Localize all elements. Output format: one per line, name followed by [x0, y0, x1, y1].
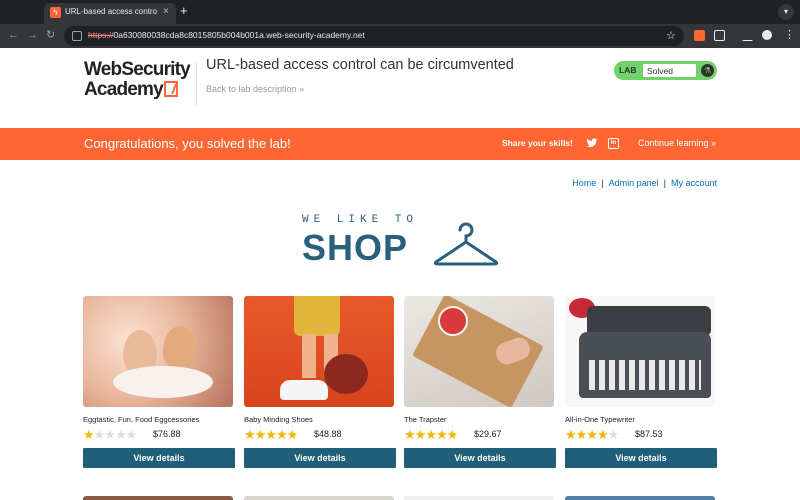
tab-favicon-icon: ϟ	[50, 7, 61, 18]
shoe-shape	[280, 380, 328, 400]
product-price: $87.53	[635, 429, 663, 439]
product-name: The Trapster	[404, 415, 447, 424]
product-image-typewriter[interactable]	[565, 296, 715, 407]
chevron-right-icon: »	[299, 84, 305, 94]
bookmark-star-icon[interactable]: ☆	[666, 29, 676, 42]
product-image-partial[interactable]	[244, 496, 394, 500]
logo-mark-icon	[163, 81, 178, 97]
continue-learning-label: Continue learning	[638, 138, 709, 148]
product-name: Baby Minding Shoes	[244, 415, 313, 424]
nav-admin-panel-link[interactable]: Admin panel	[609, 178, 659, 188]
web-page: WebSecurity Academy URL-based access con…	[0, 48, 800, 500]
product-image-partial[interactable]	[565, 496, 715, 500]
product-card: Eggtastic, Fun, Food Eggcessories ★★★★★ …	[83, 296, 235, 468]
view-details-button[interactable]: View details	[404, 448, 556, 468]
nav-separator: |	[663, 178, 666, 188]
browser-menu-icon[interactable]: ⋮	[784, 28, 795, 42]
product-card: All-in-One Typewriter ★★★★★ $87.53 View …	[565, 296, 717, 468]
flask-icon: ⚗	[701, 64, 714, 77]
browser-toolbar: ← → ↻ https://0a630080038cda8c8015805b00…	[0, 24, 800, 48]
extensions-puzzle-icon[interactable]	[714, 30, 725, 41]
chevron-right-icon: »	[711, 138, 717, 148]
leg-shape	[302, 334, 316, 378]
product-rating: ★★★★★ $76.88	[83, 428, 235, 442]
product-price: $48.88	[314, 429, 342, 439]
view-details-button[interactable]: View details	[83, 448, 235, 468]
new-tab-button[interactable]: +	[180, 4, 188, 18]
product-price: $29.67	[474, 429, 502, 439]
tab-title: URL-based access control ca	[65, 7, 157, 16]
nav-separator: |	[601, 178, 604, 188]
nav-my-account-link[interactable]: My account	[671, 178, 717, 188]
nav-home-link[interactable]: Home	[572, 178, 596, 188]
product-rating: ★★★★★ $87.53	[565, 428, 717, 442]
product-price: $76.88	[153, 429, 181, 439]
congratulations-message: Congratulations, you solved the lab!	[84, 136, 291, 151]
extension-burp-icon[interactable]	[694, 30, 705, 41]
product-name: Eggtastic, Fun, Food Eggcessories	[83, 415, 200, 424]
browser-tab-bar: ϟ URL-based access control ca × + ▾	[0, 0, 800, 24]
linkedin-icon[interactable]: in	[608, 138, 619, 149]
hero-tagline: WE LIKE TO	[302, 214, 419, 226]
solved-banner: Congratulations, you solved the lab! Sha…	[0, 128, 800, 160]
product-rating: ★★★★★ $48.88	[244, 428, 396, 442]
tab-close-icon[interactable]: ×	[163, 6, 169, 18]
share-skills-label: Share your skills!	[502, 138, 573, 148]
trap-label-icon	[438, 306, 468, 336]
teddy-shape	[324, 354, 368, 394]
lab-status-text: Solved	[642, 63, 697, 78]
product-image-trapster[interactable]	[404, 296, 554, 407]
product-image-partial[interactable]	[83, 496, 233, 500]
clothes-hanger-icon	[433, 222, 499, 266]
shop-hero: WE LIKE TO SHOP	[302, 214, 502, 274]
forward-arrow-icon[interactable]: →	[27, 28, 38, 42]
url-scheme: https://	[88, 30, 114, 40]
product-name: All-in-One Typewriter	[565, 415, 635, 424]
logo-line-1: WebSecurity	[84, 59, 191, 80]
site-info-icon[interactable]	[72, 31, 82, 41]
url-host: 0a630080038cda8c8015805b004b001a.web-sec…	[113, 30, 365, 40]
product-rating: ★★★★★ $29.67	[404, 428, 556, 442]
url-text[interactable]: https://0a630080038cda8c8015805b004b001a…	[88, 30, 365, 40]
view-details-button[interactable]: View details	[565, 448, 717, 468]
view-details-button[interactable]: View details	[244, 448, 396, 468]
web-security-academy-logo[interactable]: WebSecurity Academy	[84, 60, 194, 100]
shorts-shape	[294, 296, 340, 336]
product-image-shoes[interactable]	[244, 296, 394, 407]
hero-title: SHOP	[302, 227, 409, 268]
continue-learning-link[interactable]: Continue learning »	[638, 138, 716, 148]
back-to-lab-description-link[interactable]: Back to lab description »	[206, 84, 304, 94]
header-divider	[196, 62, 197, 106]
profile-avatar-icon[interactable]	[762, 30, 772, 40]
reload-icon[interactable]: ↻	[46, 28, 55, 42]
product-card: Baby Minding Shoes ★★★★★ $48.88 View det…	[244, 296, 396, 468]
lab-status-label: LAB	[619, 65, 637, 75]
twitter-icon[interactable]	[586, 137, 598, 149]
address-bar[interactable]: https://0a630080038cda8c8015805b004b001a…	[64, 26, 684, 46]
back-arrow-icon[interactable]: ←	[8, 28, 19, 42]
browser-tab[interactable]: ϟ URL-based access control ca ×	[44, 3, 176, 24]
lab-status-widget: LAB Solved ⚗	[614, 61, 717, 80]
typewriter-keys	[589, 360, 701, 390]
back-link-label: Back to lab description	[206, 84, 297, 94]
labs-flask-icon[interactable]	[742, 30, 753, 41]
product-image-eggs[interactable]	[83, 296, 233, 407]
lab-title: URL-based access control can be circumve…	[206, 57, 514, 73]
feather-shape	[113, 366, 213, 398]
tab-search-icon[interactable]: ▾	[778, 4, 794, 20]
logo-line-2: Academy	[84, 79, 164, 100]
top-navigation: Home | Admin panel | My account	[572, 178, 717, 188]
product-card: The Trapster ★★★★★ $29.67 View details	[404, 296, 556, 468]
product-image-partial[interactable]	[404, 496, 554, 500]
